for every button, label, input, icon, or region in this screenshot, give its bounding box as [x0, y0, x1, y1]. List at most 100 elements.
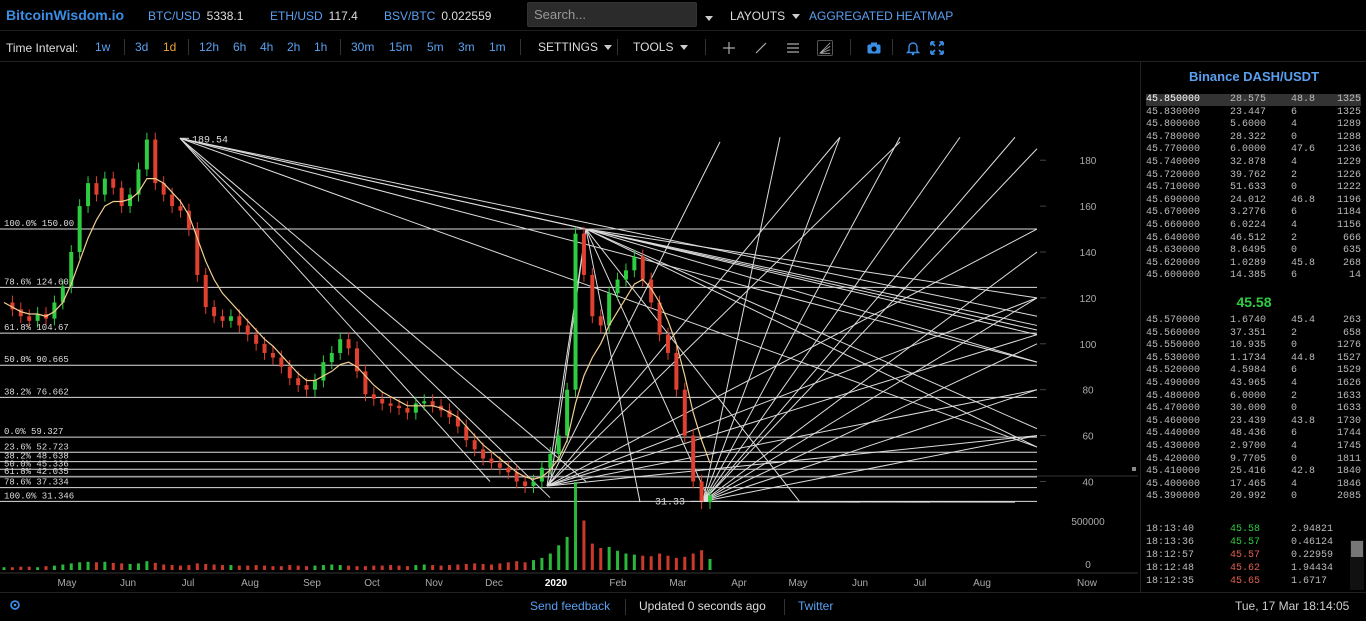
ask-row[interactable]: 45.640000 46.512 2 666 [1146, 233, 1361, 245]
bid-row[interactable]: 45.520000 4.5984 6 1529 [1146, 365, 1361, 377]
bid-row[interactable]: 45.430000 2.9700 4 1745 [1146, 441, 1361, 453]
volume-bar [565, 537, 569, 570]
ask-row[interactable]: 45.830000 23.447 6 1325 [1146, 107, 1361, 119]
bid-row[interactable]: 45.570000 1.6740 45.4 263 [1146, 315, 1361, 327]
ticker-btc-usd[interactable]: BTC/USD 5338.1 [148, 9, 243, 23]
order-book-title: Binance DASH/USDT [1188, 69, 1320, 84]
interval-6h[interactable]: 6h [233, 40, 246, 54]
price-chart[interactable]: 40 60 80 100 120 140 160 180 500000 0 May Jun Jul Aug… [0, 62, 1138, 592]
interval-1m[interactable]: 1m [489, 40, 506, 54]
candle-body [548, 453, 553, 468]
volume-bar [389, 565, 393, 570]
crosshair-icon[interactable] [721, 40, 737, 56]
price-chart-canvas[interactable]: 40 60 80 100 120 140 160 180 500000 0 May Jun Jul Aug… [0, 62, 1138, 592]
trade-row[interactable]: 18:12:35 45.65 1.6717 [1146, 576, 1346, 588]
interval-3d[interactable]: 3d [135, 40, 148, 54]
settings-gear-icon[interactable] [8, 598, 22, 615]
interval-3m[interactable]: 3m [458, 40, 475, 54]
y-tick-label: 160 [1080, 202, 1097, 213]
aggregated-heatmap-link[interactable]: AGGREGATED HEATMAP [809, 9, 953, 23]
ask-row[interactable]: 45.780000 28.322 0 1288 [1146, 132, 1361, 144]
interval-4h[interactable]: 4h [260, 40, 273, 54]
y-tick-label: 60 [1082, 432, 1094, 443]
site-logo[interactable]: BitcoinWisdom.io [6, 7, 124, 23]
top-bar: BitcoinWisdom.io BTC/USD 5338.1 ETH/USD 11… [0, 0, 1366, 31]
fullscreen-icon[interactable] [929, 40, 945, 56]
trade-row[interactable]: 18:13:36 45.57 0.46124 [1146, 537, 1346, 549]
interval-1d[interactable]: 1d [163, 40, 176, 54]
bid-row[interactable]: 45.490000 43.965 4 1626 [1146, 378, 1361, 390]
candle-body [86, 183, 91, 207]
ask-row[interactable]: 45.660000 6.0224 4 1156 [1146, 220, 1361, 232]
x-tick-label: Apr [731, 578, 747, 589]
bid-row[interactable]: 45.390000 20.992 0 2085 [1146, 491, 1361, 503]
bell-icon[interactable] [905, 40, 921, 56]
interval-15m[interactable]: 15m [389, 40, 412, 54]
interval-30m[interactable]: 30m [351, 40, 374, 54]
layouts-menu[interactable]: LAYOUTS [730, 9, 801, 23]
trade-row[interactable]: 18:13:40 45.58 2.94821 [1146, 524, 1346, 536]
volume-bar [540, 557, 544, 570]
search-dropdown-icon[interactable] [705, 11, 713, 25]
ask-row[interactable]: 45.600000 14.385 6 14 [1146, 270, 1361, 282]
camera-icon[interactable] [866, 40, 882, 56]
bid-row[interactable]: 45.470000 30.000 0 1633 [1146, 403, 1361, 415]
fib-level-label: 78.6% 124.60 [4, 277, 69, 287]
volume-bar [321, 565, 325, 570]
ask-row[interactable]: 45.690000 24.012 46.8 1196 [1146, 195, 1361, 207]
x-tick-label: Mar [669, 578, 687, 589]
trade-row[interactable]: 18:12:48 45.62 1.94434 [1146, 563, 1346, 575]
ask-row[interactable]: 45.670000 3.2776 6 1184 [1146, 207, 1361, 219]
volume-bar [237, 565, 241, 570]
volume-bar [136, 563, 140, 570]
volume-bar [355, 566, 359, 570]
interval-1w[interactable]: 1w [95, 40, 110, 54]
settings-menu[interactable]: SETTINGS [538, 40, 613, 54]
x-tick-label: Jun [852, 578, 868, 589]
x-tick-label: Jul [182, 578, 195, 589]
volume-bar [52, 565, 56, 570]
ask-row[interactable]: 45.720000 39.762 2 1226 [1146, 170, 1361, 182]
volume-bar [128, 563, 132, 570]
volume-bar [649, 556, 653, 570]
ask-row[interactable]: 45.630000 8.6495 0 635 [1146, 245, 1361, 257]
bid-row[interactable]: 45.460000 23.439 43.8 1730 [1146, 416, 1361, 428]
send-feedback-link[interactable]: Send feedback [530, 599, 610, 613]
ask-row[interactable]: 45.740000 32.878 4 1229 [1146, 157, 1361, 169]
interval-5m[interactable]: 5m [427, 40, 444, 54]
interval-1h[interactable]: 1h [314, 40, 327, 54]
candle-body [254, 334, 259, 344]
ask-row[interactable]: 45.620000 1.0289 45.8 268 [1146, 258, 1361, 270]
volume-bar [120, 563, 124, 570]
bid-row[interactable]: 45.530000 1.1734 44.8 1527 [1146, 353, 1361, 365]
volume-bar [279, 566, 283, 570]
bid-row[interactable]: 45.400000 17.465 4 1846 [1146, 479, 1361, 491]
bid-row[interactable]: 45.420000 9.7705 0 1811 [1146, 454, 1361, 466]
bid-row[interactable]: 45.440000 48.436 6 1744 [1146, 428, 1361, 440]
ask-row[interactable]: 45.710000 51.633 0 1222 [1146, 182, 1361, 194]
interval-12h[interactable]: 12h [199, 40, 219, 54]
ask-row[interactable]: 45.850000 28.575 48.8 1325 [1146, 94, 1361, 106]
line-icon[interactable] [753, 40, 769, 56]
ask-row[interactable]: 45.800000 5.6000 4 1289 [1146, 119, 1361, 131]
bid-row[interactable]: 45.560000 37.351 2 658 [1146, 328, 1361, 340]
trade-row[interactable]: 18:12:57 45.57 0.22959 [1146, 550, 1346, 562]
interval-2h[interactable]: 2h [287, 40, 300, 54]
candle-body [607, 293, 612, 326]
ticker-bsv-btc[interactable]: BSV/BTC 0.022559 [384, 9, 491, 23]
twitter-link[interactable]: Twitter [798, 599, 833, 613]
bid-row[interactable]: 45.550000 10.935 0 1276 [1146, 340, 1361, 352]
ticker-eth-usd[interactable]: ETH/USD 117.4 [270, 9, 358, 23]
bid-row[interactable]: 45.480000 6.0000 2 1633 [1146, 391, 1361, 403]
candle-body [312, 380, 317, 390]
tools-menu[interactable]: TOOLS [633, 40, 688, 54]
x-tick-label: Jul [914, 578, 927, 589]
scrollbar-thumb[interactable] [1351, 541, 1363, 557]
bid-row[interactable]: 45.410000 25.416 42.8 1840 [1146, 466, 1361, 478]
volume-bar [624, 553, 628, 570]
horizontal-lines-icon[interactable] [785, 40, 801, 56]
search-input[interactable] [527, 2, 697, 27]
fib-icon[interactable] [817, 40, 833, 56]
volume-bar [69, 563, 73, 570]
ask-row[interactable]: 45.770000 6.0000 47.6 1236 [1146, 144, 1361, 156]
